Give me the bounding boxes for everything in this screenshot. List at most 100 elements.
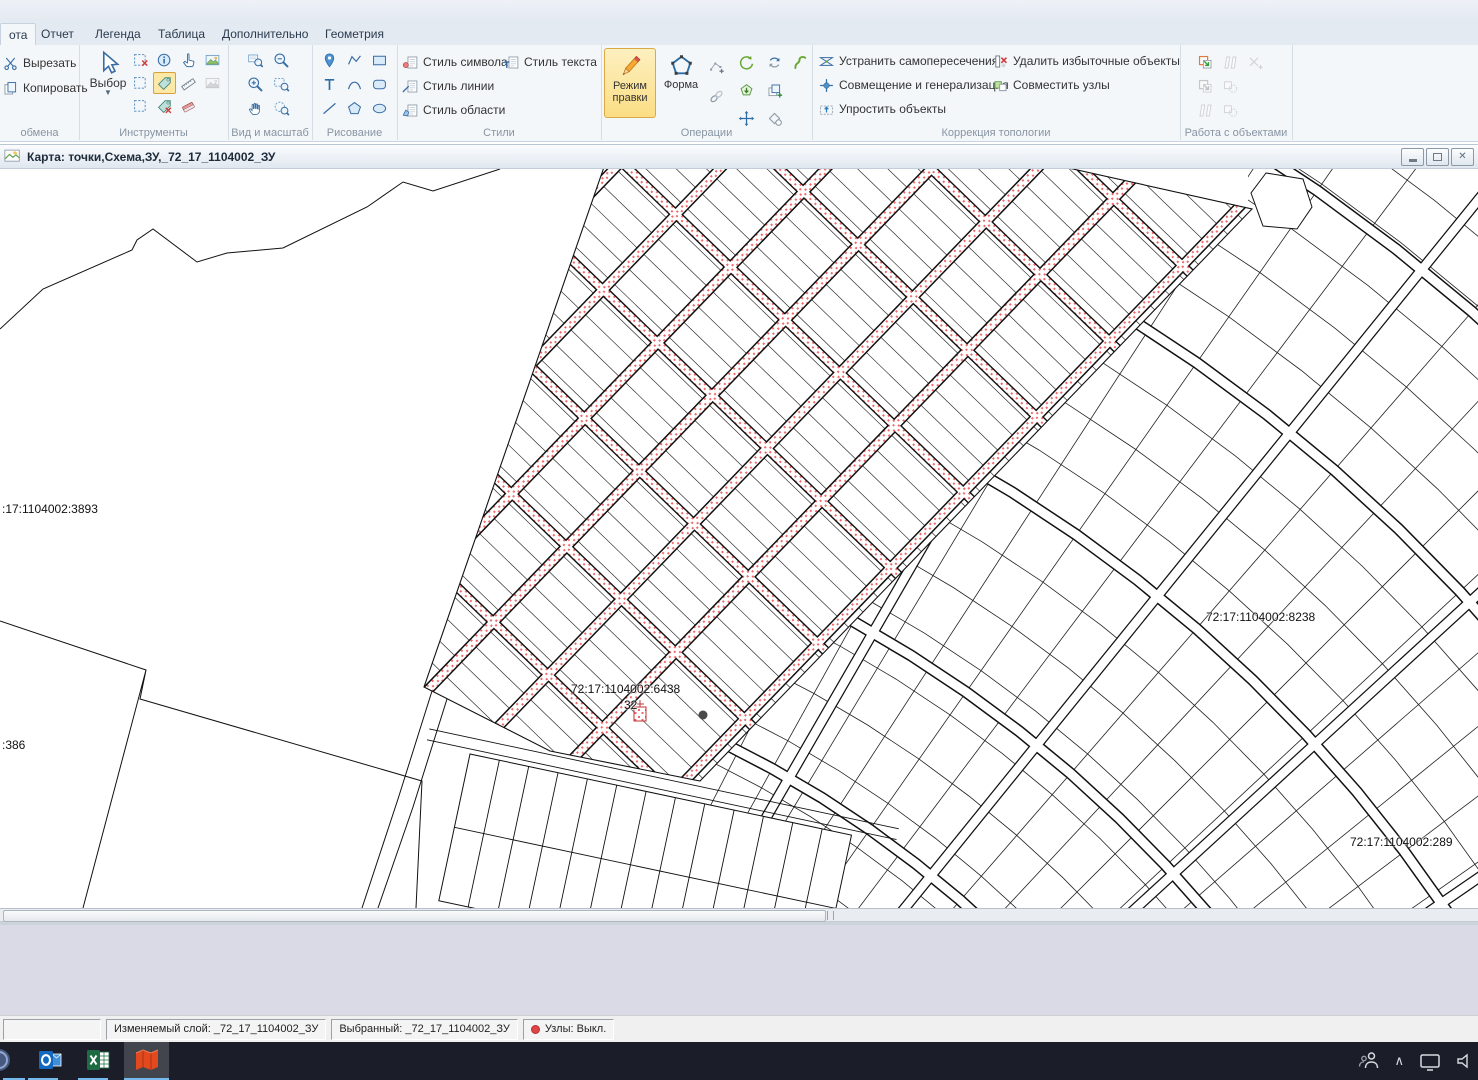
shape-button[interactable]: Форма [659,48,703,118]
network-monitor-icon[interactable] [1418,1049,1442,1073]
cut-button[interactable]: Вырезать [2,53,76,73]
zoom-out-button[interactable] [270,49,293,71]
split-object-button[interactable] [1219,51,1242,73]
object-info-button[interactable] [153,49,176,71]
curve-icon [792,54,809,71]
labels-button-active[interactable] [153,72,176,94]
remove-self-intersections-button[interactable]: Устранить самопересечения [818,51,998,71]
taskbar: ∧ [0,1042,1478,1080]
tab-dopolnitelno[interactable]: Дополнительно [209,23,321,45]
replace-shape-button[interactable] [763,107,786,129]
join-nodes-button[interactable]: Совместить узлы [992,75,1110,95]
split-object2-button[interactable] [1194,99,1217,121]
zoom-panel-button[interactable] [244,49,267,71]
copy-to-layer-button[interactable] [1194,51,1217,73]
close-button[interactable]: ✕ [1451,148,1474,166]
measure-button[interactable] [177,72,200,94]
spin-object-button[interactable] [763,51,786,73]
raster-button[interactable] [201,49,224,71]
scissors-icon [2,55,19,72]
draw-polygon-button[interactable] [343,97,366,119]
map-horizontal-scrollbar[interactable] [0,908,1478,922]
select-button[interactable]: Выбор ▼ [89,49,127,117]
draw-ellipse-button[interactable] [368,97,391,119]
zoom-region-button[interactable] [270,73,293,95]
restore-button[interactable] [1426,148,1449,166]
split-lines-icon [1222,54,1239,71]
draw-polyline-button[interactable] [343,49,366,71]
join-nodes-icon [992,77,1009,94]
draw-rounded-rect-button[interactable] [368,73,391,95]
tab-geometriya[interactable]: Геометрия [312,23,397,45]
area-style-icon [402,102,419,119]
raster-off-button[interactable] [201,72,224,94]
link-objects-button[interactable] [705,85,728,107]
draw-line-button[interactable] [318,97,341,119]
speaker-icon[interactable] [1456,1049,1470,1073]
deselect-button[interactable] [129,49,152,71]
tab-legenda[interactable]: Легенда [82,23,154,45]
cadastral-label: 32 [624,698,637,712]
docked-panel [0,922,1478,1015]
tab-tablitsa[interactable]: Таблица [145,23,218,45]
move-object-button[interactable] [735,107,758,129]
intersection-plus-icon [1247,54,1264,71]
text-style-label: Стиль текста [524,55,597,69]
pick-object-button[interactable] [177,49,200,71]
map-window-titlebar[interactable]: Карта: точки,Схема,ЗУ,_72_17_1104002_ЗУ … [0,144,1478,169]
draw-rectangle-button[interactable] [368,49,391,71]
taskbar-excel-button[interactable] [85,1047,111,1073]
taskbar-gis-button[interactable] [134,1047,160,1073]
simplify-icon [818,101,835,118]
rotate-object-button[interactable] [735,51,758,73]
merge-generalize-button[interactable]: Совмещение и генерализация [818,75,1009,95]
copy-object-button[interactable] [763,79,786,101]
text-style-icon [503,54,520,71]
scrollbar-thumb[interactable] [3,910,826,922]
select-area-button[interactable] [129,72,152,94]
copy-object2-button[interactable] [1194,75,1217,97]
zoom-in-button[interactable] [244,73,267,95]
area-style-label: Стиль области [423,103,505,117]
eraser-button[interactable] [177,95,200,117]
symbol-style-label: Стиль символа [423,55,508,69]
draw-point-button[interactable] [318,49,341,71]
objects-icon-grid [1194,51,1269,123]
draw-arc-button[interactable] [343,73,366,95]
edit-mode-button-active[interactable]: Режим правки [604,48,656,118]
buffer-zone2-button[interactable] [1219,99,1242,121]
scale-polygon-button[interactable] [735,79,758,101]
copy-icon [2,80,19,97]
arc-icon [346,76,363,93]
select-rect-button[interactable] [129,95,152,117]
draw-text-button[interactable] [318,73,341,95]
image-icon [204,52,221,69]
dashed-selection-icon [132,75,149,92]
area-style-button[interactable]: Стиль области [402,100,505,120]
scrollbar-splitter-grip[interactable] [827,911,834,920]
hand-icon [247,100,264,117]
line-style-button[interactable]: Стиль линии [402,76,494,96]
text-style-button[interactable]: Стиль текста [503,52,597,72]
pan-button[interactable] [244,97,267,119]
delete-redundant-button[interactable]: Удалить избыточные объекты [992,51,1180,71]
cadastral-label: 72:17:1104002:6438 [571,682,680,696]
tab-otchet[interactable]: Отчет [28,23,87,45]
map-canvas[interactable]: :17:1104002:3893:38672:17:1104002:643832… [0,169,1478,908]
chevron-down-icon: ▼ [104,90,112,96]
copy-button[interactable]: Копировать [2,78,88,98]
zoom-in-icon [247,76,264,93]
taskbar-app1-button[interactable] [0,1047,12,1073]
add-intersection-button[interactable] [1244,51,1267,73]
taskbar-outlook-button[interactable] [37,1047,63,1073]
smooth-curve-button[interactable] [789,51,812,73]
add-node-button[interactable] [705,55,728,77]
symbol-style-button[interactable]: Стиль символа [402,52,508,72]
buffer-zone-button[interactable] [1219,75,1242,97]
people-icon[interactable] [1356,1049,1380,1073]
zoom-circle-button[interactable] [270,97,293,119]
remove-labels-button[interactable] [153,95,176,117]
minimize-button[interactable] [1401,148,1424,166]
tray-expand-icon[interactable]: ∧ [1394,1053,1404,1069]
simplify-objects-button[interactable]: Упростить объекты [818,99,946,119]
